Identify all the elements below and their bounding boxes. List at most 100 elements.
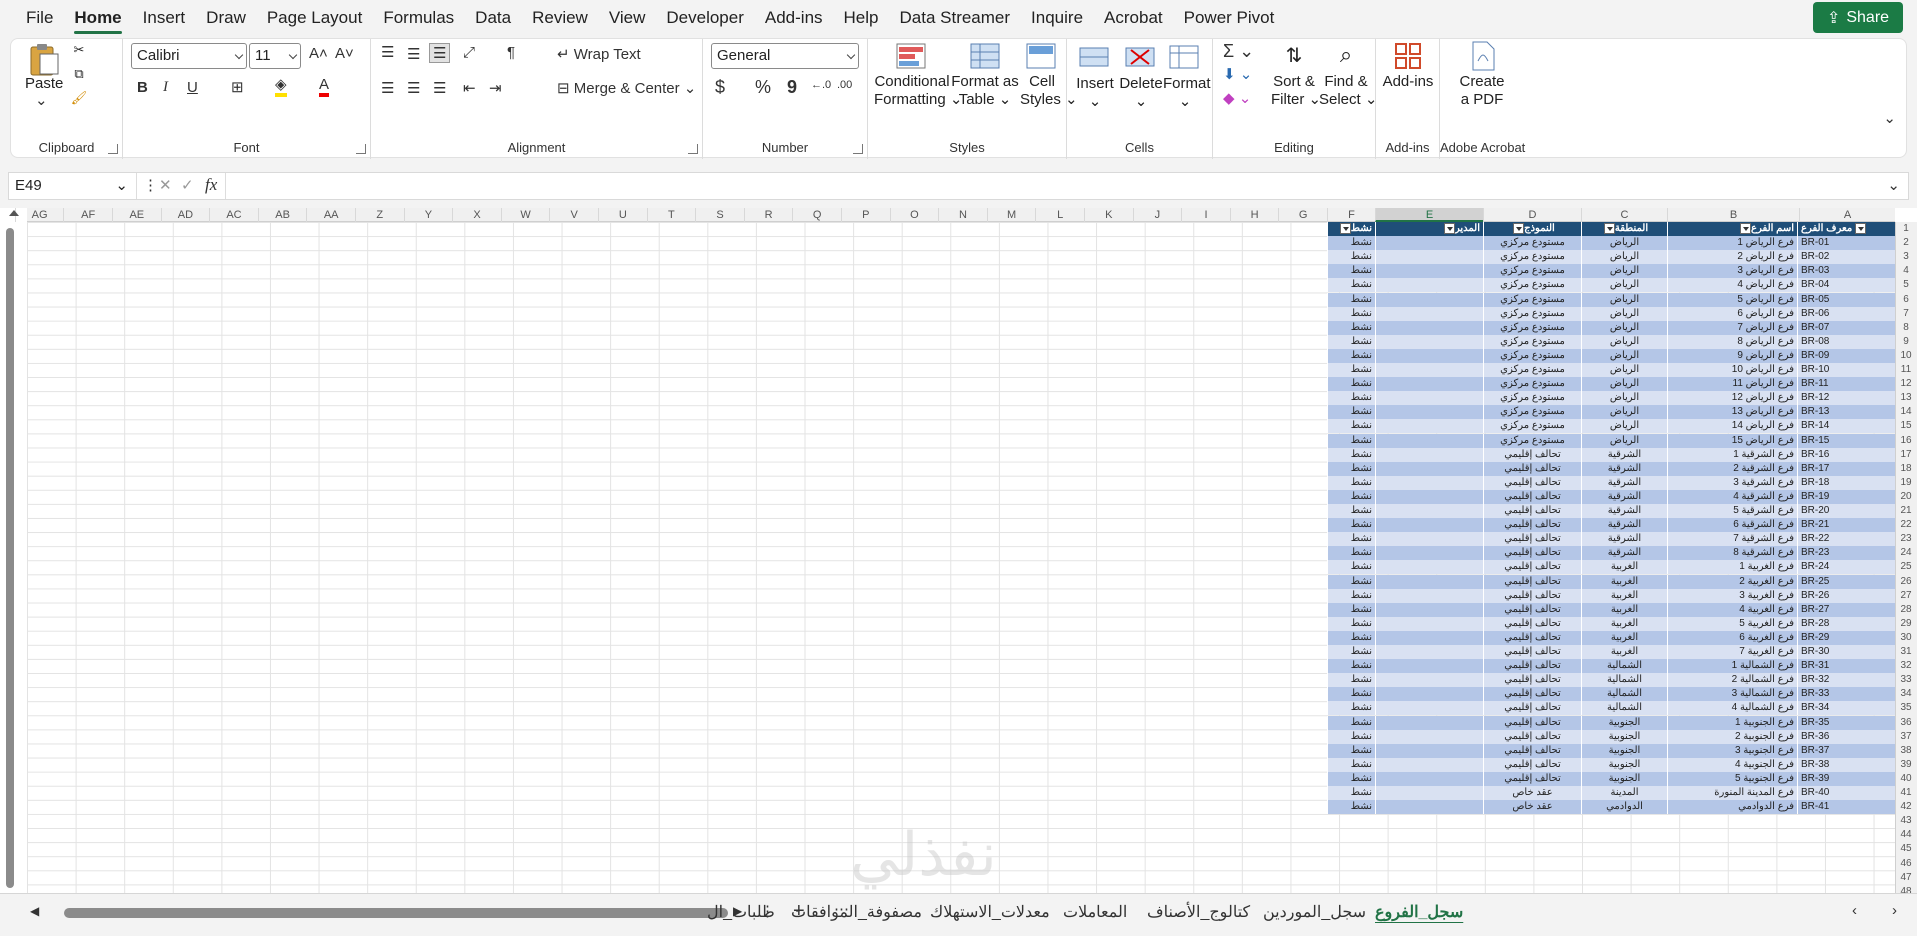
row-header[interactable]: 32 [1895, 659, 1917, 673]
bottom-align-icon[interactable]: ☰ [429, 43, 451, 63]
table-cell[interactable]: مستودع مركزي [1483, 236, 1581, 251]
column-header-p[interactable]: P [841, 208, 890, 222]
row-header[interactable]: 38 [1895, 744, 1917, 758]
row-header[interactable]: 29 [1895, 617, 1917, 631]
row-header[interactable]: 24 [1895, 546, 1917, 560]
table-cell[interactable] [1375, 236, 1483, 251]
column-header-y[interactable]: Y [403, 208, 453, 222]
table-cell[interactable]: نشط [1327, 504, 1375, 518]
table-cell[interactable]: تحالف إقليمي [1483, 475, 1581, 490]
table-cell[interactable]: نشط [1327, 278, 1375, 293]
table-cell[interactable]: تحالف إقليمي [1483, 757, 1581, 772]
table-cell[interactable]: تحالف إقليمي [1483, 645, 1581, 659]
table-cell[interactable]: نشط [1327, 616, 1375, 631]
table-cell[interactable]: الجنوبية [1581, 743, 1667, 758]
table-cell[interactable]: BR-40 [1797, 786, 1895, 800]
table-cell[interactable] [1375, 701, 1483, 716]
table-cell[interactable]: الجنوبية [1581, 771, 1667, 786]
table-cell[interactable]: نشط [1327, 320, 1375, 335]
table-cell[interactable]: BR-34 [1797, 701, 1895, 716]
menu-review[interactable]: Review [532, 0, 588, 36]
table-cell[interactable] [1375, 518, 1483, 533]
next-sheet-icon[interactable]: › [1892, 902, 1897, 919]
table-cell[interactable]: فرع الرياض 2 [1667, 250, 1797, 265]
table-cell[interactable]: عقد خاص [1483, 800, 1581, 815]
cancel-icon[interactable]: ✕ [159, 176, 172, 194]
menu-add-ins[interactable]: Add-ins [765, 0, 823, 36]
align-left-icon[interactable]: ☰ [381, 79, 394, 97]
row-header[interactable]: 44 [1895, 828, 1917, 842]
row-header[interactable]: 35 [1895, 701, 1917, 715]
row-header[interactable]: 14 [1895, 405, 1917, 419]
table-cell[interactable]: BR-20 [1797, 504, 1895, 518]
column-header-g[interactable]: G [1278, 208, 1327, 222]
table-cell[interactable]: فرع الغربية 6 [1667, 630, 1797, 645]
filter-dropdown-icon[interactable] [1443, 222, 1455, 234]
table-cell[interactable]: BR-29 [1797, 630, 1895, 645]
more-options-icon[interactable]: ⋮ [143, 176, 158, 194]
column-header-s[interactable]: S [695, 208, 744, 222]
table-cell[interactable]: الرياض [1581, 278, 1667, 293]
table-cell[interactable]: فرع الرياض 7 [1667, 320, 1797, 335]
column-header-ab[interactable]: AB [257, 208, 307, 222]
delete-button[interactable]: Delete ⌄ [1119, 75, 1163, 111]
comma-button[interactable]: 9 [787, 77, 797, 98]
table-cell[interactable]: الجنوبية [1581, 715, 1667, 730]
table-cell[interactable] [1375, 532, 1483, 547]
table-cell[interactable]: الغربية [1581, 616, 1667, 631]
table-cell[interactable]: مستودع مركزي [1483, 264, 1581, 279]
table-cell[interactable]: نشط [1327, 546, 1375, 561]
table-cell[interactable]: فرع الرياض 8 [1667, 334, 1797, 349]
table-cell[interactable]: BR-41 [1797, 800, 1895, 815]
column-header-o[interactable]: O [889, 208, 939, 222]
collapse-ribbon-icon[interactable]: ⌄ [1883, 109, 1896, 127]
table-cell[interactable] [1375, 504, 1483, 518]
row-header[interactable]: 10 [1895, 349, 1917, 363]
table-cell[interactable] [1375, 306, 1483, 321]
menu-help[interactable]: Help [844, 0, 879, 36]
table-cell[interactable]: نشط [1327, 771, 1375, 786]
table-cell[interactable]: BR-23 [1797, 546, 1895, 561]
table-cell[interactable]: مستودع مركزي [1483, 348, 1581, 363]
table-cell[interactable]: BR-30 [1797, 645, 1895, 659]
table-cell[interactable]: BR-11 [1797, 377, 1895, 392]
table-cell[interactable]: مستودع مركزي [1483, 433, 1581, 448]
table-cell[interactable]: تحالف إقليمي [1483, 518, 1581, 533]
table-cell[interactable]: مستودع مركزي [1483, 391, 1581, 406]
table-cell[interactable]: فرع الغربية 7 [1667, 645, 1797, 659]
table-cell[interactable]: تحالف إقليمي [1483, 743, 1581, 758]
table-cell[interactable] [1375, 419, 1483, 434]
conditional-formatting-button[interactable]: Conditional Formatting ⌄ [874, 73, 962, 109]
table-cell[interactable]: تحالف إقليمي [1483, 701, 1581, 716]
fill-icon[interactable]: ⬇ ⌄ [1223, 65, 1252, 83]
table-cell[interactable]: فرع الرياض 15 [1667, 433, 1797, 448]
table-cell[interactable] [1375, 447, 1483, 462]
table-cell[interactable]: نشط [1327, 701, 1375, 716]
table-cell[interactable]: BR-31 [1797, 659, 1895, 674]
column-header-i[interactable]: I [1181, 208, 1230, 222]
row-header[interactable]: 7 [1895, 307, 1917, 321]
table-cell[interactable]: الرياض [1581, 334, 1667, 349]
column-header-b[interactable]: B [1667, 208, 1799, 222]
row-header[interactable]: 33 [1895, 673, 1917, 687]
table-cell[interactable] [1375, 800, 1483, 815]
row-header[interactable]: 30 [1895, 631, 1917, 645]
table-cell[interactable]: فرع الدوادمي [1667, 800, 1797, 815]
sheet-tab[interactable]: سجل_الموردين [1263, 902, 1366, 922]
autosum-icon[interactable]: Σ ⌄ [1223, 41, 1254, 62]
expand-formula-icon[interactable]: ⌄ [1887, 176, 1900, 194]
fill-color-icon[interactable]: ◈ [275, 77, 287, 97]
table-cell[interactable]: تحالف إقليمي [1483, 673, 1581, 688]
table-cell[interactable]: تحالف إقليمي [1483, 602, 1581, 617]
table-cell[interactable]: نشط [1327, 588, 1375, 603]
table-cell[interactable]: الشرقية [1581, 489, 1667, 504]
menu-file[interactable]: File [26, 0, 53, 36]
table-cell[interactable]: نشط [1327, 363, 1375, 377]
scroll-left-icon[interactable]: ◀ [30, 904, 39, 918]
table-cell[interactable] [1375, 560, 1483, 575]
vertical-scrollbar[interactable] [6, 228, 14, 888]
table-cell[interactable]: BR-32 [1797, 673, 1895, 688]
table-cell[interactable] [1375, 377, 1483, 392]
percent-button[interactable]: % [755, 77, 771, 98]
prev-sheet-icon[interactable]: ‹ [1852, 902, 1857, 919]
